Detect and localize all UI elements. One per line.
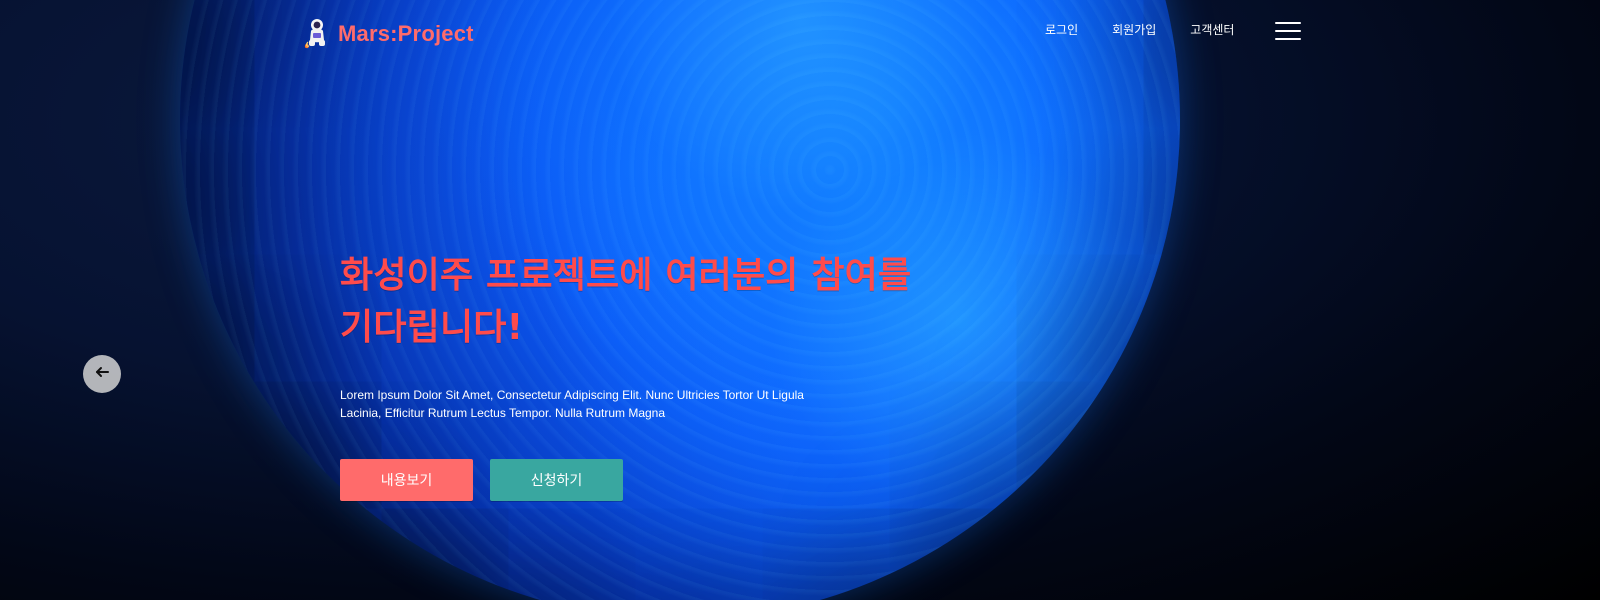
nav-customer-center-link[interactable]: 고객센터	[1190, 22, 1234, 38]
apply-button[interactable]: 신청하기	[490, 459, 623, 501]
hero-section: Mars:Project 로그인 회원가입 고객센터 화성이주 프로젝트에 여러…	[0, 0, 1600, 600]
site-header: Mars:Project 로그인 회원가입 고객센터	[0, 0, 1600, 64]
arrow-left-icon	[94, 364, 110, 384]
astronaut-rocket-logo-icon	[302, 18, 330, 50]
hero-headline: 화성이주 프로젝트에 여러분의 참여를 기다립니다!	[340, 250, 1020, 354]
hamburger-line	[1275, 30, 1301, 32]
hamburger-line	[1275, 38, 1301, 40]
nav-login-link[interactable]: 로그인	[1045, 22, 1078, 38]
hero-headline-line-1: 화성이주 프로젝트에 여러분의 참여를	[340, 255, 912, 296]
brand[interactable]: Mars:Project	[302, 18, 474, 50]
nav-signup-link[interactable]: 회원가입	[1112, 22, 1156, 38]
brand-name: Mars:Project	[338, 21, 474, 46]
hamburger-menu-button[interactable]	[1275, 22, 1301, 40]
hero-actions: 내용보기 신청하기	[340, 459, 623, 501]
hero-description-line-1: Lorem Ipsum Dolor Sit Amet, Consectetur …	[340, 388, 804, 402]
top-nav: 로그인 회원가입 고객센터	[1045, 22, 1234, 38]
view-details-button[interactable]: 내용보기	[340, 459, 473, 501]
hero-content: 화성이주 프로젝트에 여러분의 참여를 기다립니다! Lorem Ipsum D…	[340, 250, 1020, 422]
hero-headline-line-2: 기다립니다!	[340, 307, 524, 348]
hero-description-line-2: Lacinia, Efficitur Rutrum Lectus Tempor.…	[340, 406, 666, 420]
carousel-prev-button[interactable]	[83, 355, 121, 393]
hero-description: Lorem Ipsum Dolor Sit Amet, Consectetur …	[340, 386, 810, 422]
hamburger-line	[1275, 22, 1301, 24]
